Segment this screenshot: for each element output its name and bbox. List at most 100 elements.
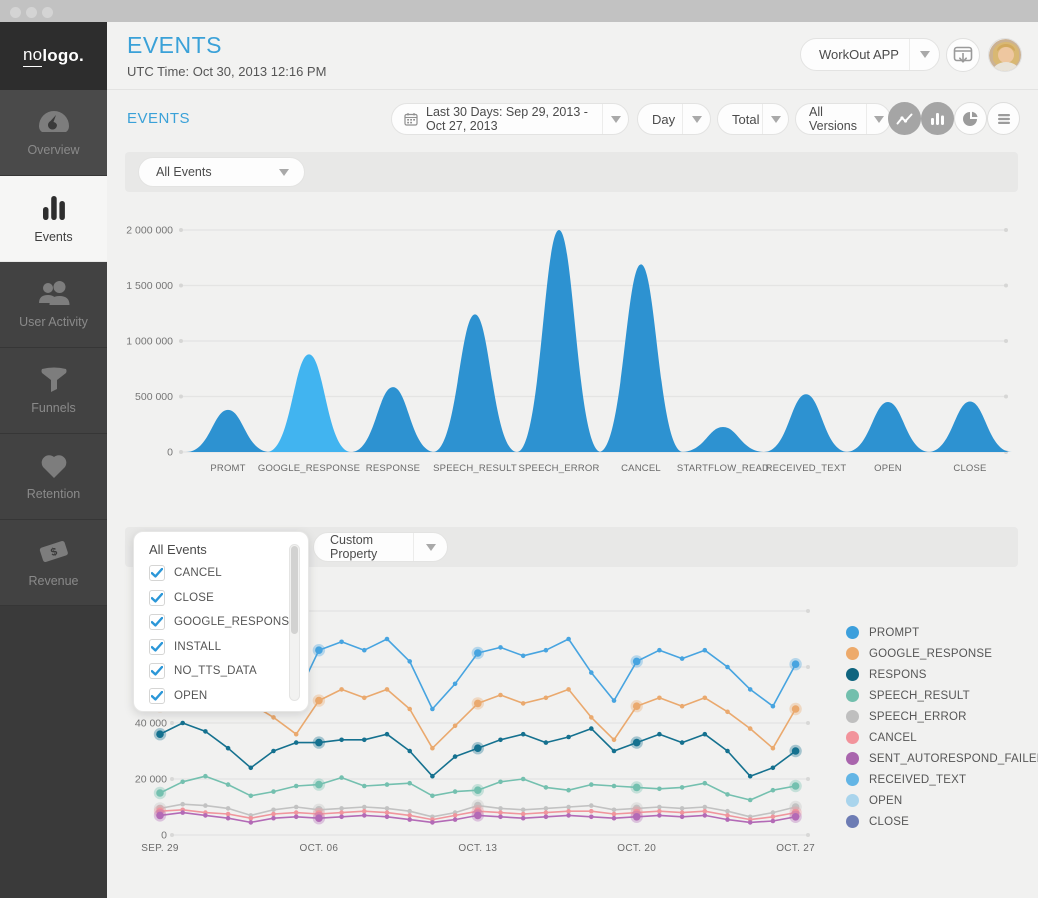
- legend-item-close[interactable]: CLOSE: [846, 811, 1038, 832]
- window-titlebar: [0, 0, 1038, 22]
- section-label: EVENTS: [127, 110, 190, 127]
- legend-dot-icon: [846, 710, 859, 723]
- dropdown-option-label: CLOSE: [174, 592, 214, 604]
- x-axis-tick-label: OCT. 27: [776, 843, 815, 854]
- dropdown-option-install[interactable]: INSTALL: [149, 635, 280, 660]
- sidebar-item-retention[interactable]: Retention: [0, 434, 107, 520]
- event-category-label: SPEECH_ERROR: [518, 463, 599, 474]
- export-button[interactable]: [946, 38, 980, 72]
- app-window: nologo. Overview Events User Activity Funne…: [0, 0, 1038, 898]
- versions-dropdown[interactable]: All Versions: [795, 103, 891, 135]
- dropdown-option-list: CANCEL CLOSE GOOGLE_RESPONSEINSTALL NO_TTS_…: [149, 561, 280, 708]
- dollar-icon: $: [38, 538, 70, 566]
- window-control-icon[interactable]: [26, 7, 37, 18]
- events-filter-open-dropdown: All Events CANCELCLOSEGOOGLE_RESPONSEINS…: [133, 531, 309, 712]
- y-axis-tick-label: 20 000: [135, 774, 167, 786]
- legend-dot-icon: [846, 752, 859, 765]
- checkbox-checked-icon[interactable]: [149, 565, 165, 581]
- event-peak-open[interactable]: [846, 402, 930, 452]
- app-logo: nologo.: [0, 22, 107, 90]
- checkbox-checked-icon[interactable]: [149, 614, 165, 630]
- chart-legend: PROMPTGOOGLE_RESPONSERESPONS SPEECH_RESUL…: [846, 622, 1038, 832]
- dropdown-option-no_tts_data[interactable]: NO_TTS_DATA: [149, 659, 280, 684]
- line-chart-view-button[interactable]: [888, 102, 921, 135]
- event-peak-startflow_read[interactable]: [681, 427, 765, 452]
- legend-item-cancel[interactable]: CANCEL: [846, 727, 1038, 748]
- window-control-icon[interactable]: [10, 7, 21, 18]
- y-axis-tick-label: 500 000: [135, 391, 173, 403]
- sidebar-item-label: Events: [34, 230, 72, 244]
- y-axis-tick-label: 2 000 000: [126, 225, 173, 237]
- bar-chart-icon: [930, 112, 945, 125]
- legend-dot-icon: [846, 647, 859, 660]
- logo-text: no: [23, 45, 42, 67]
- x-axis-tick-label: OCT. 13: [458, 843, 497, 854]
- calendar-icon: [404, 112, 418, 126]
- dropdown-scrollbar[interactable]: [289, 544, 300, 701]
- sidebar-nav: Overview Events User Activity Funnels Retent…: [0, 90, 107, 606]
- dropdown-option-open[interactable]: OPEN: [149, 684, 280, 709]
- checkbox-checked-icon[interactable]: [149, 590, 165, 606]
- legend-item-sent_autorespond_failed[interactable]: SENT_AUTORESPOND_FAILED: [846, 748, 1038, 769]
- bar-chart-view-button[interactable]: [921, 102, 954, 135]
- event-category-label: RESPONSE: [366, 463, 420, 474]
- window-control-icon[interactable]: [42, 7, 53, 18]
- scrollbar-thumb[interactable]: [291, 546, 298, 634]
- dropdown-option-google_response[interactable]: GOOGLE_RESPONSE: [149, 610, 280, 635]
- dropdown-option-close[interactable]: CLOSE: [149, 586, 280, 611]
- chevron-down-icon: [279, 169, 289, 176]
- dropdown-option-label: OPEN: [174, 690, 207, 702]
- list-view-button[interactable]: [987, 102, 1020, 135]
- legend-dot-icon: [846, 668, 859, 681]
- event-peak-google_response[interactable]: [267, 354, 351, 452]
- legend-item-open[interactable]: OPEN: [846, 790, 1038, 811]
- dropdown-option-cancel[interactable]: CANCEL: [149, 561, 280, 586]
- legend-item-respons[interactable]: RESPONS: [846, 664, 1038, 685]
- app-selector-dropdown[interactable]: WorkOut APP: [800, 38, 940, 71]
- y-axis-tick-label: 1 000 000: [126, 336, 173, 348]
- checkbox-checked-icon[interactable]: [149, 688, 165, 704]
- legend-item-speech_result[interactable]: SPEECH_RESULT: [846, 685, 1038, 706]
- legend-item-prompt[interactable]: PROMPT: [846, 622, 1038, 643]
- events-peaks-chart: 2 000 0001 500 0001 000 000500 0000PROMT…: [125, 205, 1018, 483]
- sidebar-item-funnels[interactable]: Funnels: [0, 348, 107, 434]
- utc-time-label: UTC Time: Oct 30, 2013 12:16 PM: [127, 64, 326, 79]
- sidebar-item-events[interactable]: Events: [0, 176, 107, 262]
- checkbox-checked-icon[interactable]: [149, 639, 165, 655]
- sidebar-item-overview[interactable]: Overview: [0, 90, 107, 176]
- sidebar-item-label: User Activity: [19, 315, 88, 329]
- dropdown-option-label: GOOGLE_RESPONSE: [174, 616, 297, 628]
- dropdown-header: All Events: [149, 542, 207, 557]
- aggregation-dropdown[interactable]: Total: [717, 103, 789, 135]
- custom-property-dropdown[interactable]: Custom Property: [313, 532, 448, 562]
- legend-item-received_text[interactable]: RECEIVED_TEXT: [846, 769, 1038, 790]
- events-filter-dropdown[interactable]: All Events: [138, 157, 305, 187]
- event-peak-received_text[interactable]: [764, 394, 848, 452]
- legend-item-label: CANCEL: [869, 732, 917, 744]
- sidebar-item-revenue[interactable]: $Revenue: [0, 520, 107, 606]
- legend-item-label: SPEECH_RESULT: [869, 690, 970, 702]
- legend-item-speech_error[interactable]: SPEECH_ERROR: [846, 706, 1038, 727]
- legend-dot-icon: [846, 689, 859, 702]
- legend-dot-icon: [846, 794, 859, 807]
- y-axis-tick-label: 0: [167, 447, 173, 459]
- event-peak-cancel[interactable]: [599, 264, 683, 452]
- event-peak-promt[interactable]: [186, 410, 270, 452]
- event-category-label: GOOGLE_RESPONSE: [258, 463, 360, 474]
- x-axis-tick-label: SEP. 29: [141, 843, 179, 854]
- event-peak-speech_result[interactable]: [433, 314, 517, 452]
- user-avatar[interactable]: [988, 38, 1022, 72]
- date-range-dropdown[interactable]: Last 30 Days: Sep 29, 2013 - Oct 27, 201…: [391, 103, 629, 135]
- bar-chart-icon: [40, 194, 68, 222]
- dropdown-option-label: NO_TTS_DATA: [174, 665, 257, 677]
- event-peak-close[interactable]: [928, 401, 1012, 452]
- sidebar-item-label: Retention: [27, 487, 81, 501]
- granularity-dropdown[interactable]: Day: [637, 103, 711, 135]
- legend-item-label: CLOSE: [869, 816, 909, 828]
- event-category-label: PROMT: [210, 463, 245, 474]
- sidebar-item-user-activity[interactable]: User Activity: [0, 262, 107, 348]
- legend-item-google_response[interactable]: GOOGLE_RESPONSE: [846, 643, 1038, 664]
- pie-chart-view-button[interactable]: [954, 102, 987, 135]
- y-axis-tick-label: 0: [161, 830, 167, 842]
- checkbox-checked-icon[interactable]: [149, 663, 165, 679]
